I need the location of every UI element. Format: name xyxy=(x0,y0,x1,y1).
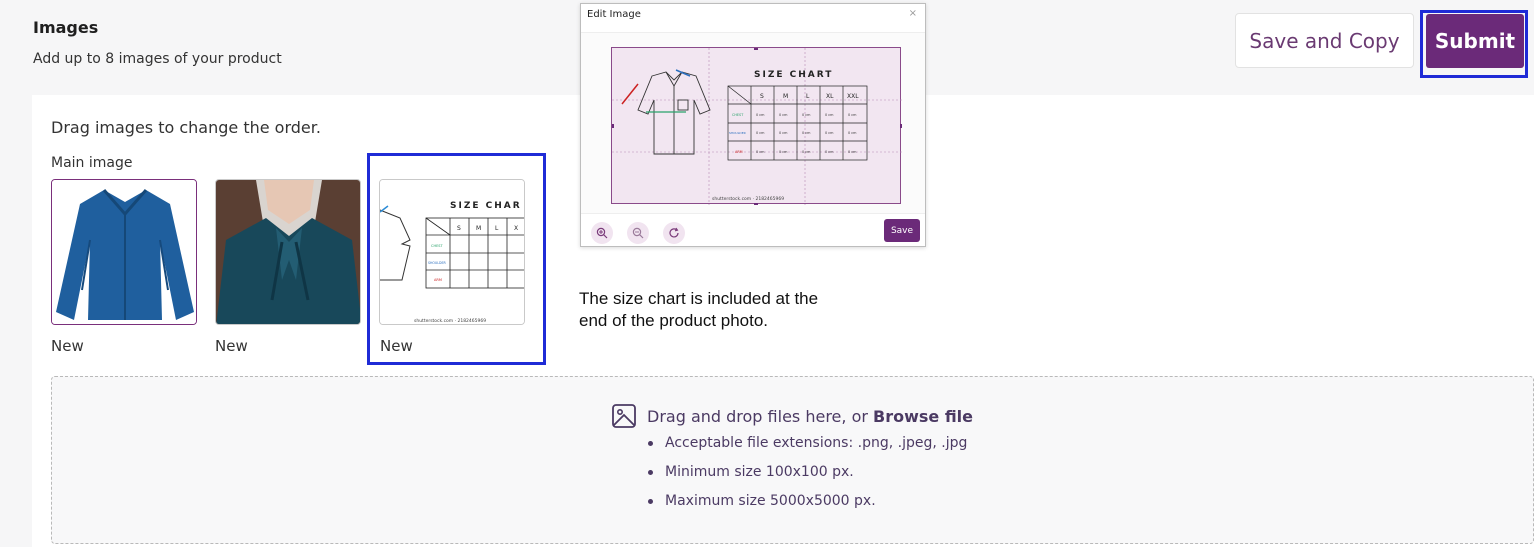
images-title: Images xyxy=(33,18,99,37)
browse-file-link[interactable]: Browse file xyxy=(873,407,973,426)
svg-text:0 cm: 0 cm xyxy=(848,131,857,135)
product-images-page: Images Add up to 8 images of your produc… xyxy=(0,0,1534,547)
upload-rule: Minimum size 100x100 px. xyxy=(645,463,967,492)
image-thumb[interactable] xyxy=(215,179,361,325)
thumb-caption: New xyxy=(51,337,84,355)
svg-text:SHOULDER: SHOULDER xyxy=(729,131,746,135)
images-subtitle: Add up to 8 images of your product xyxy=(33,51,282,67)
note-line: end of the product photo. xyxy=(579,311,769,330)
svg-text:0 cm: 0 cm xyxy=(825,131,834,135)
svg-text:XXL: XXL xyxy=(847,93,859,100)
svg-text:L: L xyxy=(806,93,810,100)
svg-text:S: S xyxy=(760,93,764,100)
svg-text:0 cm: 0 cm xyxy=(756,150,765,154)
image-thumb-main[interactable] xyxy=(51,179,197,325)
svg-text:0 cm: 0 cm xyxy=(756,131,765,135)
svg-text:CHEST: CHEST xyxy=(732,113,744,117)
svg-text:0 cm: 0 cm xyxy=(825,150,834,154)
svg-text:0 cm: 0 cm xyxy=(779,113,788,117)
svg-text:0 cm: 0 cm xyxy=(825,113,834,117)
image-upload-icon xyxy=(612,404,636,428)
svg-text:0 cm: 0 cm xyxy=(802,131,811,135)
close-icon[interactable]: × xyxy=(909,8,917,19)
svg-text:ARM: ARM xyxy=(735,150,743,154)
svg-text:0 cm: 0 cm xyxy=(779,150,788,154)
thumb-caption: New xyxy=(215,337,248,355)
svg-text:0 cm: 0 cm xyxy=(848,150,857,154)
zoom-in-icon[interactable] xyxy=(591,222,613,244)
modal-save-button[interactable]: Save xyxy=(884,219,920,242)
upload-rules-list: Acceptable file extensions: .png, .jpeg,… xyxy=(645,434,967,521)
edit-image-modal: Edit Image × SIZE CHART S M L XL XXL CHE… xyxy=(580,3,926,247)
upload-rule: Acceptable file extensions: .png, .jpeg,… xyxy=(645,434,967,463)
dropzone-lead: Drag and drop files here, or xyxy=(647,406,874,426)
image-editor-canvas[interactable]: SIZE CHART S M L XL XXL CHEST SHOULDER A… xyxy=(581,32,925,214)
submit-button[interactable]: Submit xyxy=(1426,14,1524,68)
upload-rule: Maximum size 5000x5000 px. xyxy=(645,492,967,521)
main-image-label: Main image xyxy=(51,155,133,171)
svg-text:0 cm: 0 cm xyxy=(779,131,788,135)
svg-text:M: M xyxy=(783,93,788,100)
note-line: The size chart is included at the xyxy=(579,289,819,308)
svg-text:0 cm: 0 cm xyxy=(848,113,857,117)
size-chart-note: The size chart is included at the end of… xyxy=(579,288,818,332)
size-chart-title: SIZE CHART xyxy=(754,70,833,80)
size-chart-preview: SIZE CHART S M L XL XXL CHEST SHOULDER A… xyxy=(610,46,904,207)
drag-hint: Drag images to change the order. xyxy=(51,118,321,137)
crop-area[interactable]: SIZE CHART S M L XL XXL CHEST SHOULDER A… xyxy=(610,46,904,207)
svg-text:0 cm: 0 cm xyxy=(802,113,811,117)
svg-text:0 cm: 0 cm xyxy=(756,113,765,117)
modal-title: Edit Image xyxy=(587,9,641,20)
size-chart-highlight xyxy=(367,153,546,365)
save-and-copy-button[interactable]: Save and Copy xyxy=(1235,13,1414,68)
zoom-out-icon[interactable] xyxy=(627,222,649,244)
dropzone-heading: Drag and drop files here, or Browse file xyxy=(611,403,973,429)
svg-text:XL: XL xyxy=(826,93,834,100)
blouse-photo xyxy=(52,180,196,324)
model-photo xyxy=(216,180,360,324)
svg-text:shutterstock.com · 2182465969: shutterstock.com · 2182465969 xyxy=(712,196,784,202)
shirt-drawing xyxy=(637,71,711,155)
rotate-icon[interactable] xyxy=(663,222,685,244)
svg-text:0 cm: 0 cm xyxy=(802,150,811,154)
editor-tools xyxy=(591,222,685,244)
